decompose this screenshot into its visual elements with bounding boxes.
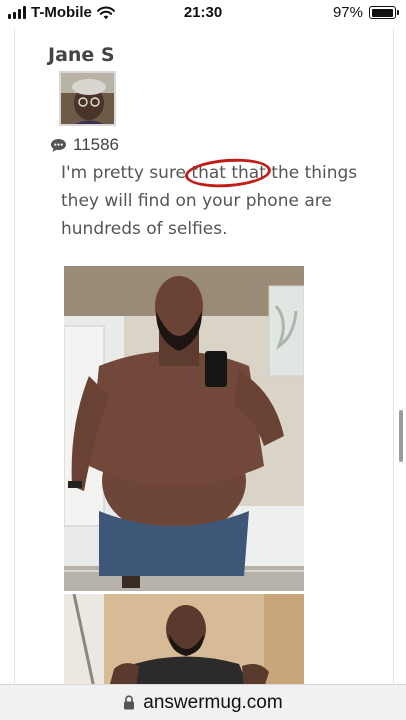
- mirror-selfie-photo[interactable]: [64, 266, 304, 591]
- circled-phrase: that that: [191, 159, 265, 187]
- battery-icon: [369, 6, 399, 19]
- status-bar: T-Mobile 21:30 97%: [0, 0, 406, 28]
- article-content[interactable]: Jane S 11586 I'm pretty sure that that t…: [14, 28, 394, 684]
- avatar-image: [61, 73, 114, 124]
- author-avatar[interactable]: [59, 71, 116, 126]
- comment-count: 11586: [73, 135, 120, 154]
- address-bar[interactable]: answermug.com: [0, 684, 406, 720]
- lock-icon: [124, 695, 135, 710]
- comment-stats[interactable]: 11586: [50, 135, 119, 155]
- url-text[interactable]: answermug.com: [143, 692, 282, 714]
- post-text: I'm pretty sure that that the things the…: [61, 159, 361, 243]
- author-name[interactable]: Jane S: [48, 44, 115, 66]
- second-selfie-photo[interactable]: [64, 594, 304, 684]
- post-text-before: I'm pretty sure: [61, 163, 192, 183]
- comment-bubble-icon: [51, 138, 66, 152]
- status-right: 97%: [332, 4, 399, 21]
- battery-percent: 97%: [332, 4, 363, 21]
- scroll-indicator[interactable]: [399, 410, 403, 462]
